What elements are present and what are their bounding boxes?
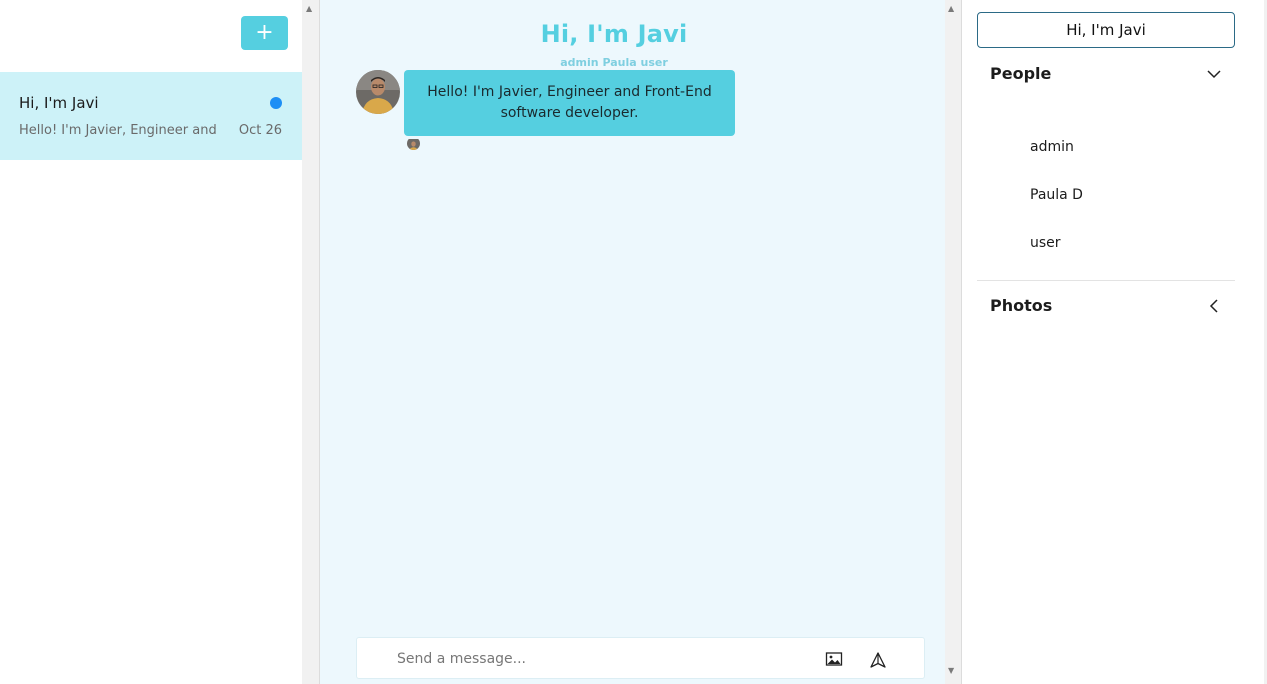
chat-app: + Hi, I'm Javi Hello! I'm Javier, Engine… bbox=[0, 0, 1267, 684]
chat-card[interactable]: Hi, I'm Javi Hello! I'm Javier, Engineer… bbox=[0, 72, 302, 160]
read-receipt-avatar bbox=[407, 137, 420, 150]
new-chat-button[interactable]: + bbox=[241, 16, 288, 50]
scroll-up-arrow-icon[interactable]: ▲ bbox=[948, 4, 954, 13]
chat-feed-title: Hi, I'm Javi bbox=[540, 20, 688, 48]
section-divider bbox=[977, 280, 1235, 281]
message-composer bbox=[356, 637, 925, 679]
chevron-left-icon[interactable] bbox=[1206, 298, 1222, 314]
photos-section-title[interactable]: Photos bbox=[990, 296, 1052, 315]
chat-card-date: Oct 26 bbox=[238, 123, 282, 138]
message-input[interactable] bbox=[397, 648, 817, 670]
chat-feed: Hi, I'm Javi admin Paula user Hello! I'm… bbox=[320, 0, 945, 684]
chevron-down-icon[interactable] bbox=[1206, 66, 1222, 82]
person-item: admin bbox=[1030, 139, 1074, 155]
chat-feed-scrollbar[interactable] bbox=[945, 0, 962, 684]
chat-settings-panel: Hi, I'm Javi People admin Paula D user P… bbox=[962, 0, 1267, 684]
chat-card-preview: Hello! I'm Javier, Engineer and Front-En… bbox=[19, 123, 216, 138]
person-item: user bbox=[1030, 235, 1061, 251]
image-icon[interactable] bbox=[825, 651, 843, 667]
send-icon[interactable] bbox=[869, 651, 887, 669]
chat-feed-members: admin Paula user bbox=[560, 56, 668, 69]
sender-avatar bbox=[356, 70, 400, 114]
chat-card-title: Hi, I'm Javi bbox=[19, 94, 99, 112]
scroll-up-arrow-icon[interactable]: ▲ bbox=[306, 4, 312, 13]
scroll-down-arrow-icon[interactable]: ▼ bbox=[948, 666, 954, 675]
chat-title-input[interactable]: Hi, I'm Javi bbox=[977, 12, 1235, 48]
unread-indicator bbox=[270, 97, 282, 109]
chat-list-scrollbar[interactable] bbox=[302, 0, 320, 684]
message-bubble: Hello! I'm Javier, Engineer and Front-En… bbox=[404, 70, 735, 136]
person-item: Paula D bbox=[1030, 187, 1083, 203]
chat-list-panel: + Hi, I'm Javi Hello! I'm Javier, Engine… bbox=[0, 0, 302, 684]
people-section-title[interactable]: People bbox=[990, 64, 1051, 83]
